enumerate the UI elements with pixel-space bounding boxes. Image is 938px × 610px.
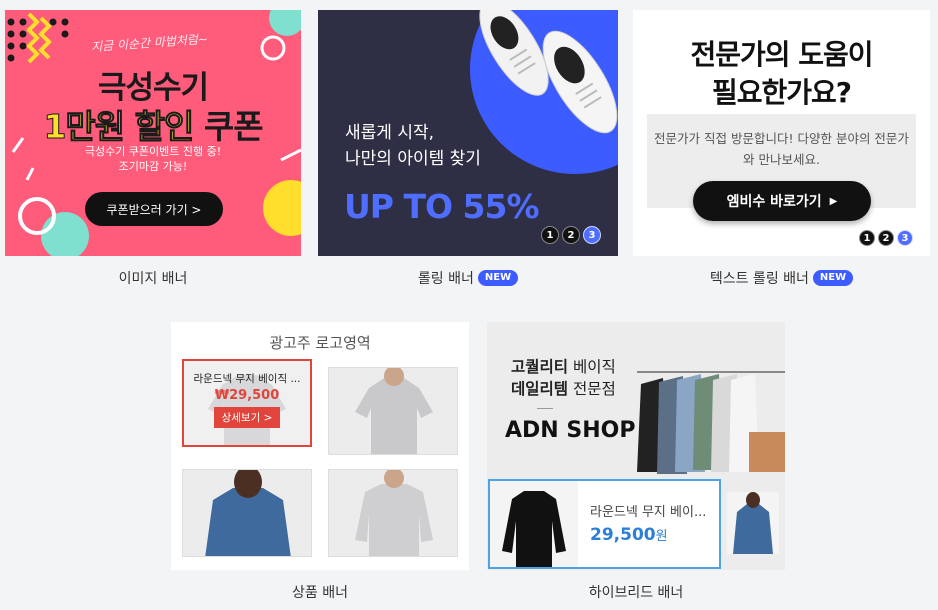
headline-line-2: 필요한가요? bbox=[711, 76, 852, 109]
caption-label: 텍스트 롤링 배너 bbox=[709, 271, 809, 287]
subtext-line-2: 조기마감 가능! bbox=[118, 160, 188, 173]
promo-text: UP TO 55% bbox=[344, 187, 540, 226]
product-name: 라운드넥 무지 베이직 ... bbox=[193, 373, 301, 385]
discount-highlight: 1만원 할인 bbox=[43, 107, 195, 147]
caption-label: 롤링 배너 bbox=[417, 271, 474, 287]
caption-image-banner: 이미지 배너 bbox=[5, 268, 301, 288]
pagination-dots: 1 2 3 bbox=[859, 230, 913, 246]
caption-hybrid-banner: 하이브리드 배너 bbox=[487, 582, 785, 602]
coupon-button[interactable]: 쿠폰받으러 가기 > bbox=[85, 192, 223, 226]
headline-line-1: 전문가의 도움이 bbox=[690, 38, 873, 71]
page-dot-2[interactable]: 2 bbox=[878, 230, 894, 246]
discount-suffix: 쿠폰 bbox=[203, 107, 264, 146]
divider bbox=[537, 408, 553, 409]
headline-light-2: 전문점 bbox=[568, 380, 616, 398]
product-price: ₩29,500 bbox=[214, 388, 280, 403]
banner-copy: 새롭게 시작, 나만의 아이템 찾기 bbox=[345, 120, 481, 172]
copy-line-2: 나만의 아이템 찾기 bbox=[345, 149, 481, 169]
caption-label: 하이브리드 배너 bbox=[588, 585, 684, 601]
tshirt-image bbox=[355, 368, 433, 454]
image-banner[interactable]: 지금 이순간 마법처럼~ 극성수기 1만원 할인 쿠폰 극성수기 쿠폰이벤트 진… bbox=[5, 10, 301, 256]
text-rolling-banner[interactable]: 전문가의 도움이 필요한가요? 전문가가 직접 방문합니다! 다양한 분야의 전… bbox=[633, 10, 930, 256]
featured-product-card[interactable]: 라운드넥 무지 베이... 29,500원 bbox=[488, 479, 721, 569]
headline-light-1: 베이직 bbox=[568, 358, 616, 376]
headline-bold-2: 데일리템 bbox=[511, 380, 569, 398]
banner-discount: 1만원 할인 쿠폰 bbox=[5, 100, 301, 148]
advertiser-logo-area: 광고주 로고영역 bbox=[269, 334, 371, 352]
new-badge: NEW bbox=[477, 270, 519, 286]
sweatshirt-image bbox=[355, 470, 433, 556]
caption-product-banner: 상품 배너 bbox=[171, 582, 469, 602]
caption-label: 이미지 배너 bbox=[118, 271, 188, 287]
price-unit: 원 bbox=[655, 529, 668, 544]
page-dot-2[interactable]: 2 bbox=[562, 226, 580, 244]
pagination-dots: 1 2 3 bbox=[541, 226, 601, 244]
denim-jacket-image bbox=[205, 470, 291, 556]
headline-line-1: 고퀄리티 베이직 bbox=[511, 356, 616, 378]
shortcut-button[interactable]: 엠비수 바로가기 ▶ bbox=[693, 181, 871, 221]
caption-label: 상품 배너 bbox=[292, 585, 348, 601]
banner-subtext: 극성수기 쿠폰이벤트 진행 중! 조기마감 가능! bbox=[5, 144, 301, 174]
shop-name: ADN SHOP bbox=[505, 418, 636, 443]
page-dot-3[interactable]: 3 bbox=[583, 226, 601, 244]
product-thumb-sweatshirt[interactable] bbox=[328, 469, 458, 557]
caption-rolling-banner: 롤링 배너 NEW bbox=[318, 268, 618, 288]
product-price: 29,500원 bbox=[590, 525, 668, 545]
rolling-banner[interactable]: 새롭게 시작, 나만의 아이템 찾기 UP TO 55% 1 2 3 bbox=[318, 10, 618, 256]
price-value: 29,500 bbox=[590, 525, 656, 545]
denim-jacket-image bbox=[733, 492, 773, 554]
product-thumb-denim[interactable] bbox=[182, 469, 312, 557]
play-icon: ▶ bbox=[829, 195, 838, 207]
copy-line-1: 새롭게 시작, bbox=[345, 123, 435, 143]
page-dot-1[interactable]: 1 bbox=[859, 230, 875, 246]
banner-headline: 전문가의 도움이 필요한가요? bbox=[633, 36, 930, 112]
banner-description: 전문가가 직접 방문합니다! 다양한 분야의 전문가와 만나보세요. bbox=[654, 131, 909, 167]
detail-button[interactable]: 상세보기 > bbox=[213, 407, 281, 428]
hybrid-banner[interactable]: 고퀄리티 베이직 데일리템 전문점 ADN SHOP 라운드넥 무지 베이...… bbox=[487, 322, 785, 570]
headline-line-2: 데일리템 전문점 bbox=[511, 378, 616, 400]
product-thumb-denim[interactable] bbox=[727, 492, 779, 554]
product-banner[interactable]: 광고주 로고영역 라운드넥 무지 베이직 ... ₩29,500 상세보기 > bbox=[171, 322, 469, 570]
subtext-line-1: 극성수기 쿠폰이벤트 진행 중! bbox=[84, 145, 222, 158]
selected-product-card[interactable]: 라운드넥 무지 베이직 ... ₩29,500 상세보기 > bbox=[182, 359, 312, 447]
product-name: 라운드넥 무지 베이... bbox=[590, 505, 707, 520]
product-info: 라운드넥 무지 베이직 ... ₩29,500 상세보기 > bbox=[188, 371, 306, 428]
shortcut-button-label: 엠비수 바로가기 bbox=[726, 194, 822, 210]
page-dot-3[interactable]: 3 bbox=[897, 230, 913, 246]
product-thumb-tshirt[interactable] bbox=[328, 367, 458, 455]
headline-bold-1: 고퀄리티 bbox=[511, 358, 569, 376]
new-badge: NEW bbox=[812, 270, 854, 286]
sweatshirt-image bbox=[490, 481, 578, 567]
hybrid-headline: 고퀄리티 베이직 데일리템 전문점 bbox=[511, 356, 616, 400]
caption-text-rolling-banner: 텍스트 롤링 배너 NEW bbox=[633, 268, 930, 288]
page-dot-1[interactable]: 1 bbox=[541, 226, 559, 244]
